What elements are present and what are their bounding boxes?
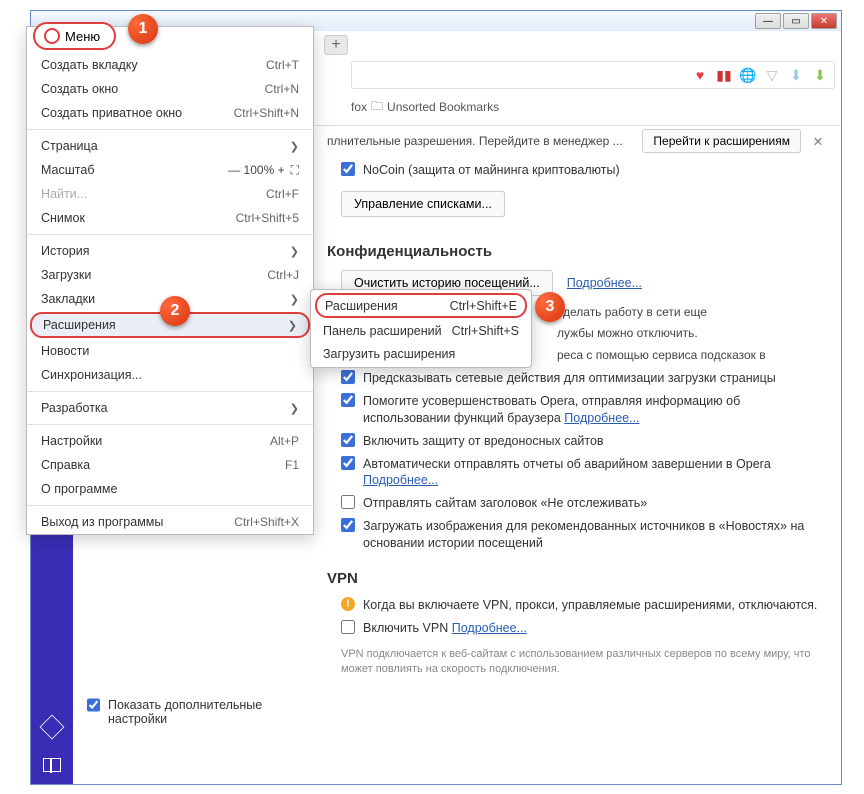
cube-icon[interactable]	[40, 715, 65, 740]
menu-item-downloads[interactable]: ЗагрузкиCtrl+J	[27, 263, 313, 287]
warning-icon: !	[341, 597, 355, 611]
panels-icon[interactable]	[43, 758, 61, 772]
vpn-label: Включить VPN Подробнее...	[363, 620, 827, 637]
menu-button[interactable]: Меню	[33, 22, 116, 50]
menu-item-new-window[interactable]: Создать окноCtrl+N	[27, 77, 313, 101]
newsimg-label: Загружать изображения для рекомендованны…	[363, 518, 827, 552]
extensions-submenu: РасширенияCtrl+Shift+E Панель расширений…	[310, 289, 532, 368]
crash-link[interactable]: Подробнее...	[363, 473, 438, 487]
bookmark-icon[interactable]: ▮▮	[716, 67, 732, 83]
malware-label: Включить защиту от вредоносных сайтов	[363, 433, 827, 450]
annotation-badge-1: 1	[128, 14, 158, 44]
learn-more-link[interactable]: Подробнее...	[567, 276, 642, 290]
malware-checkbox[interactable]	[341, 433, 355, 447]
menu-item-zoom[interactable]: Масштаб— 100% +⛶	[27, 158, 313, 182]
close-button[interactable]: ✕	[811, 13, 837, 29]
newsimg-checkbox[interactable]	[341, 518, 355, 532]
address-bar[interactable]: ♥ ▮▮ 🌐 ▽ ⬇ ⬇	[351, 61, 835, 89]
vpn-checkbox[interactable]	[341, 620, 355, 634]
bookmark-item-unsorted[interactable]: Unsorted Bookmarks	[387, 100, 499, 114]
download-icon[interactable]: ⬇	[788, 67, 804, 83]
crash-label: Автоматически отправлять отчеты об авари…	[363, 456, 827, 490]
annotation-badge-2: 2	[160, 296, 190, 326]
vpn-warn-text: Когда вы включаете VPN, прокси, управляе…	[363, 597, 827, 614]
improve-checkbox[interactable]	[341, 393, 355, 407]
predict-checkbox[interactable]	[341, 370, 355, 384]
globe-icon[interactable]: 🌐	[740, 67, 756, 83]
menu-item-news[interactable]: Новости	[27, 339, 313, 363]
dnt-label: Отправлять сайтам заголовок «Не отслежив…	[363, 495, 827, 512]
settings-panel: плнительные разрешения. Перейдите в мене…	[313, 126, 841, 784]
opera-logo-icon	[44, 28, 60, 44]
extensions-banner: плнительные разрешения. Перейдите в мене…	[327, 126, 827, 156]
privacy-heading: Конфиденциальность	[327, 243, 827, 260]
heart-icon[interactable]: ♥	[692, 67, 708, 83]
android-icon[interactable]: ⬇	[812, 67, 828, 83]
folder-icon: 🗀	[371, 97, 383, 118]
improve-link[interactable]: Подробнее...	[564, 411, 639, 425]
menu-item-history[interactable]: История❯	[27, 239, 313, 263]
new-tab-button[interactable]: +	[324, 35, 348, 55]
vpn-link[interactable]: Подробнее...	[452, 621, 527, 635]
banner-text: плнительные разрешения. Перейдите в мене…	[327, 134, 634, 148]
menu-item-help[interactable]: СправкаF1	[27, 453, 313, 477]
go-to-extensions-button[interactable]: Перейти к расширениям	[642, 129, 801, 153]
menu-item-page[interactable]: Страница❯	[27, 134, 313, 158]
menu-item-dev[interactable]: Разработка❯	[27, 396, 313, 420]
minimize-button[interactable]: —	[755, 13, 781, 29]
nocoin-label: NoCoin (защита от майнинга криптовалюты)	[363, 162, 827, 179]
submenu-item-extensions[interactable]: РасширенияCtrl+Shift+E	[315, 293, 527, 318]
bookmark-item-fox[interactable]: fox	[351, 100, 367, 114]
menu-item-about[interactable]: О программе	[27, 477, 313, 501]
advanced-checkbox[interactable]	[87, 698, 100, 712]
vpn-heading: VPN	[327, 570, 827, 587]
submenu-item-load[interactable]: Загрузить расширения	[311, 342, 531, 365]
menu-item-sync[interactable]: Синхронизация...	[27, 363, 313, 387]
desc-text-2: лужбы можно отключить.	[557, 325, 827, 342]
improve-label: Помогите усовершенствовать Opera, отправ…	[363, 393, 827, 427]
menu-item-snapshot[interactable]: СнимокCtrl+Shift+5	[27, 206, 313, 230]
shield-icon[interactable]: ▽	[764, 67, 780, 83]
menu-item-settings[interactable]: НастройкиAlt+P	[27, 429, 313, 453]
bookmarks-bar: fox 🗀 Unsorted Bookmarks	[351, 95, 835, 119]
menu-item-new-tab[interactable]: Создать вкладкуCtrl+T	[27, 53, 313, 77]
menu-item-new-private[interactable]: Создать приватное окноCtrl+Shift+N	[27, 101, 313, 125]
vpn-note: VPN подключается к веб-сайтам с использо…	[341, 647, 827, 678]
nocoin-checkbox[interactable]	[341, 162, 355, 176]
main-menu: Создать вкладкуCtrl+T Создать окноCtrl+N…	[26, 26, 314, 535]
maximize-button[interactable]: ▭	[783, 13, 809, 29]
predict-label: Предсказывать сетевые действия для оптим…	[363, 370, 827, 387]
crash-checkbox[interactable]	[341, 456, 355, 470]
banner-close-button[interactable]: ✕	[809, 132, 827, 150]
desc-text-1: сделать работу в сети еще	[557, 304, 827, 321]
submenu-item-panel[interactable]: Панель расширенийCtrl+Shift+S	[311, 319, 531, 342]
menu-item-exit[interactable]: Выход из программыCtrl+Shift+X	[27, 510, 313, 534]
manage-lists-button[interactable]: Управление списками...	[341, 191, 505, 217]
annotation-badge-3: 3	[535, 292, 565, 322]
desc-text-3: реса с помощью сервиса подсказок в	[557, 347, 827, 364]
menu-item-find[interactable]: Найти...Ctrl+F	[27, 182, 313, 206]
dnt-checkbox[interactable]	[341, 495, 355, 509]
advanced-label: Показать дополнительные настройки	[108, 698, 299, 726]
